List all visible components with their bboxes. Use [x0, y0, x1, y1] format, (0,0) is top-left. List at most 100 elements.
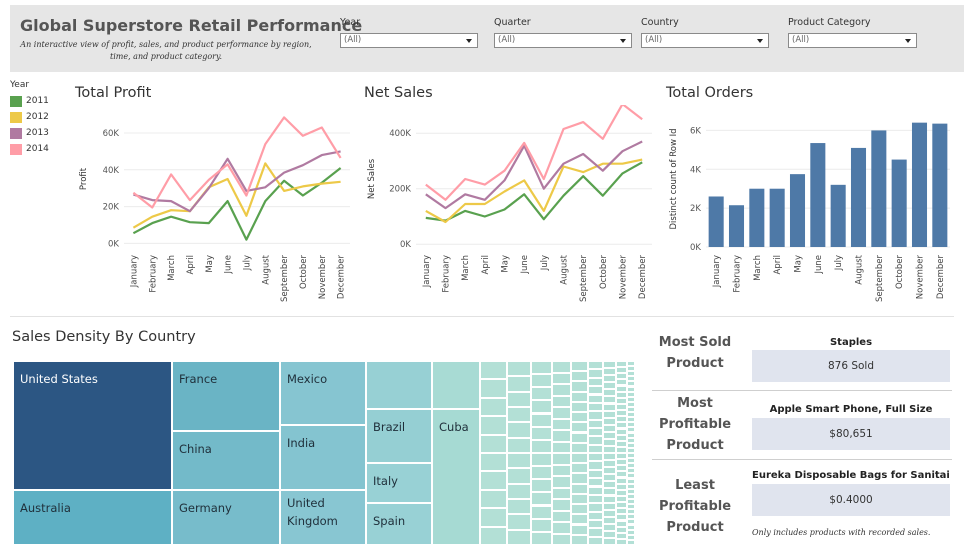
treemap-cell-small[interactable] [480, 471, 507, 490]
treemap-cell-small[interactable] [588, 486, 603, 495]
treemap-cell-small[interactable] [588, 386, 603, 395]
treemap-cell-small[interactable] [603, 460, 616, 468]
treemap-cell-brazil[interactable]: Brazil [366, 409, 432, 463]
treemap-cell-small[interactable] [507, 483, 531, 499]
treemap-cell-small[interactable] [571, 534, 588, 545]
treemap-cell-spain[interactable]: Spain [366, 503, 432, 545]
treemap-cell-small[interactable] [366, 361, 432, 409]
legend-item-2011[interactable]: 2011 [10, 93, 70, 109]
treemap-cell-small[interactable] [552, 510, 571, 522]
treemap-cell-small[interactable] [603, 445, 616, 453]
treemap-cell-small[interactable] [531, 361, 552, 375]
treemap-cell-small[interactable] [480, 434, 507, 453]
treemap-cell-small[interactable] [552, 372, 571, 384]
treemap-cell-small[interactable] [603, 389, 616, 397]
year-filter-dropdown[interactable]: (All) [340, 33, 478, 48]
treemap-cell-small[interactable] [571, 514, 588, 525]
treemap-cell-small[interactable] [552, 453, 571, 465]
treemap-cell-italy[interactable]: Italy [366, 463, 432, 503]
treemap-cell-small[interactable] [571, 422, 588, 433]
treemap-cell-small[interactable] [588, 511, 603, 520]
treemap-cell-small[interactable] [531, 426, 552, 440]
legend-item-2012[interactable]: 2012 [10, 109, 70, 125]
treemap-cell-small[interactable] [480, 489, 507, 509]
treemap-cell-small[interactable] [588, 394, 603, 403]
treemap-cell-small[interactable] [571, 361, 588, 372]
treemap-cell-small[interactable] [603, 396, 616, 404]
treemap-cell-small[interactable] [603, 481, 616, 489]
treemap-cell-small[interactable] [552, 430, 571, 442]
treemap-cell-small[interactable] [588, 536, 603, 545]
treemap-cell-small[interactable] [616, 532, 627, 539]
treemap-cell-small[interactable] [552, 476, 571, 488]
treemap-cell-small[interactable] [616, 495, 627, 502]
treemap-cell-small[interactable] [531, 479, 552, 493]
treemap-cell-small[interactable] [616, 459, 627, 466]
treemap-cell-small[interactable] [507, 391, 531, 407]
product-category-filter-dropdown[interactable]: (All) [788, 33, 917, 48]
treemap-cell-china[interactable]: China [172, 431, 280, 490]
treemap-cell-small[interactable] [507, 514, 531, 530]
treemap-cell-germany[interactable]: Germany [172, 490, 280, 545]
treemap-cell-small[interactable] [616, 440, 627, 447]
treemap-cell-small[interactable] [507, 529, 531, 545]
treemap-cell-small[interactable] [571, 473, 588, 484]
treemap-cell-small[interactable] [480, 397, 507, 417]
treemap-cell-small[interactable] [603, 530, 616, 538]
legend-item-2013[interactable]: 2013 [10, 125, 70, 141]
treemap-cell-small[interactable] [552, 522, 571, 534]
treemap-cell-small[interactable] [571, 412, 588, 423]
treemap-cell-small[interactable] [531, 492, 552, 506]
treemap-cell-small[interactable] [616, 477, 627, 484]
treemap-cell-small[interactable] [588, 528, 603, 537]
treemap-cell-small[interactable] [588, 377, 603, 387]
treemap-cell-small[interactable] [571, 432, 588, 443]
treemap-cell-small[interactable] [571, 401, 588, 413]
treemap-cell-small[interactable] [531, 531, 552, 545]
treemap-cell-small[interactable] [571, 391, 588, 402]
treemap-cell-small[interactable] [588, 519, 603, 529]
treemap-cell-small[interactable] [616, 367, 627, 374]
treemap-cell-small[interactable] [616, 403, 627, 410]
treemap-cell-small[interactable] [603, 537, 616, 545]
treemap-cell-small[interactable] [552, 464, 571, 476]
treemap-cell-small[interactable] [571, 463, 588, 474]
treemap-cell-small[interactable] [603, 438, 616, 446]
treemap-cell-small[interactable] [571, 381, 588, 392]
treemap-cell-small[interactable] [552, 418, 571, 430]
treemap-cell-australia[interactable]: Australia [13, 490, 172, 545]
treemap-cell-small[interactable] [552, 533, 571, 545]
treemap-cell-small[interactable] [603, 502, 616, 510]
treemap-cell-small[interactable] [552, 441, 571, 453]
treemap-cell-small[interactable] [507, 376, 531, 392]
treemap-cell-small[interactable] [588, 453, 603, 462]
treemap-cell-small[interactable] [531, 466, 552, 480]
treemap-cell-small[interactable] [531, 374, 552, 388]
treemap-cell-small[interactable] [571, 493, 588, 505]
treemap-cell-small[interactable] [603, 488, 616, 496]
quarter-filter-dropdown[interactable]: (All) [494, 33, 632, 48]
treemap-cell-united-kingdom[interactable]: United Kingdom [280, 490, 366, 545]
treemap-cell-small[interactable] [603, 516, 616, 524]
treemap-cell-small[interactable] [480, 508, 507, 527]
treemap-cell-small[interactable] [571, 524, 588, 535]
treemap-cell-small[interactable] [588, 478, 603, 487]
treemap-cell-small[interactable] [588, 419, 603, 428]
treemap-cell-small[interactable] [571, 371, 588, 382]
treemap-cell-small[interactable] [480, 453, 507, 472]
treemap-cell-small[interactable] [588, 369, 603, 378]
treemap-cell-small[interactable] [588, 402, 603, 412]
legend-item-2014[interactable]: 2014 [10, 141, 70, 157]
treemap-cell-small[interactable] [603, 453, 616, 461]
treemap-cell-united-states[interactable]: United States [13, 361, 172, 490]
treemap-cell-small[interactable] [588, 461, 603, 470]
treemap-cell-small[interactable] [531, 505, 552, 519]
treemap-cell-small[interactable] [507, 499, 531, 515]
treemap-cell-small[interactable] [603, 474, 616, 482]
treemap-cell-small[interactable] [588, 494, 603, 504]
treemap-cell-small[interactable] [531, 518, 552, 532]
treemap-cell-small[interactable] [588, 427, 603, 437]
treemap-cell-france[interactable]: France [172, 361, 280, 431]
treemap-cell-small[interactable] [531, 413, 552, 427]
treemap-cell-small[interactable] [603, 417, 616, 425]
